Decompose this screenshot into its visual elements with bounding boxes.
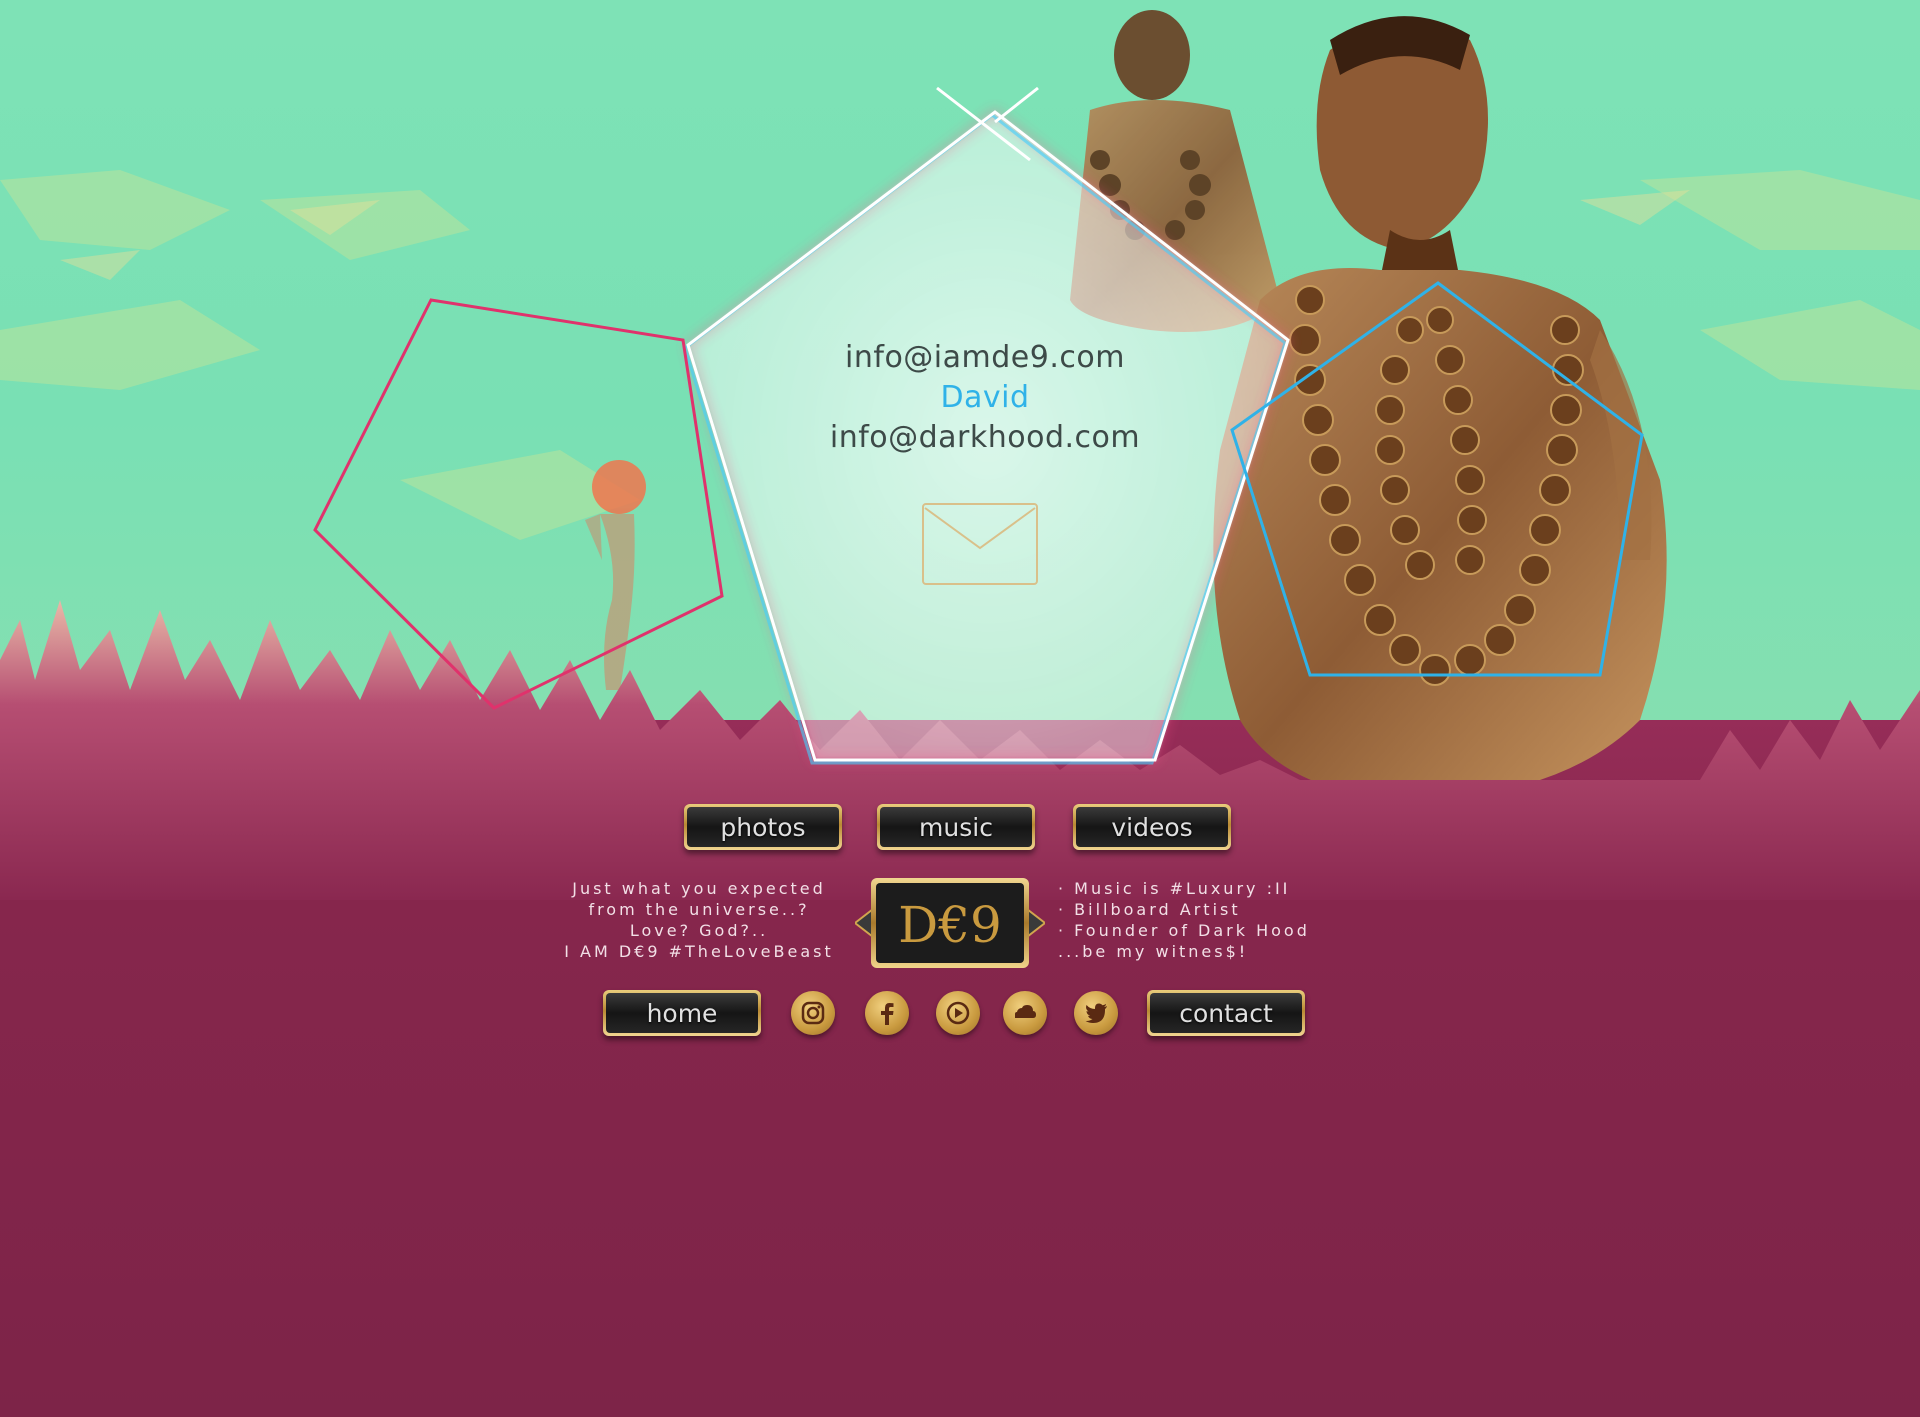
woman-figure <box>585 460 646 690</box>
email-secondary[interactable]: info@darkhood.com <box>760 418 1210 458</box>
twitter-icon[interactable] <box>1074 991 1118 1035</box>
facebook-icon[interactable] <box>865 991 909 1035</box>
tagline-right: · Music is #Luxury :II · Billboard Artis… <box>1058 878 1358 962</box>
tagline-right-line: · Billboard Artist <box>1058 900 1241 919</box>
logo-text: D€9 <box>898 896 1002 954</box>
home-button[interactable]: home <box>603 990 761 1036</box>
music-button[interactable]: music <box>877 804 1035 850</box>
tagline-left: Just what you expected from the universe… <box>540 878 858 962</box>
music-button-label: music <box>880 807 1032 847</box>
background-artwork <box>0 10 1920 900</box>
tagline-left-line: I AM D€9 #TheLoveBeast <box>564 942 834 961</box>
youtube-icon[interactable] <box>936 991 980 1035</box>
background-scene <box>0 0 1920 1417</box>
home-button-label: home <box>606 993 758 1033</box>
tagline-left-line: from the universe..? <box>588 900 810 919</box>
photos-button[interactable]: photos <box>684 804 842 850</box>
mail-icon[interactable] <box>921 502 1039 586</box>
de9-logo[interactable]: D€9 <box>855 876 1045 970</box>
photos-button-label: photos <box>687 807 839 847</box>
videos-button[interactable]: videos <box>1073 804 1231 850</box>
instagram-icon[interactable] <box>791 991 835 1035</box>
contact-name: David <box>940 380 1030 415</box>
contact-button-label: contact <box>1150 993 1302 1033</box>
videos-button-label: videos <box>1076 807 1228 847</box>
tagline-left-line: Love? God?.. <box>629 921 769 940</box>
tagline-right-line: · Founder of Dark Hood <box>1058 921 1310 940</box>
contact-info: info@iamde9.com David info@darkhood.com <box>760 338 1210 458</box>
tagline-right-line: ...be my witnes$! <box>1058 942 1249 961</box>
tagline-left-line: Just what you expected <box>572 879 826 898</box>
man-large-figure <box>1213 16 1667 800</box>
tagline-right-line: · Music is #Luxury :II <box>1058 879 1291 898</box>
email-primary[interactable]: info@iamde9.com <box>760 338 1210 378</box>
contact-button[interactable]: contact <box>1147 990 1305 1036</box>
soundcloud-icon[interactable] <box>1003 991 1047 1035</box>
